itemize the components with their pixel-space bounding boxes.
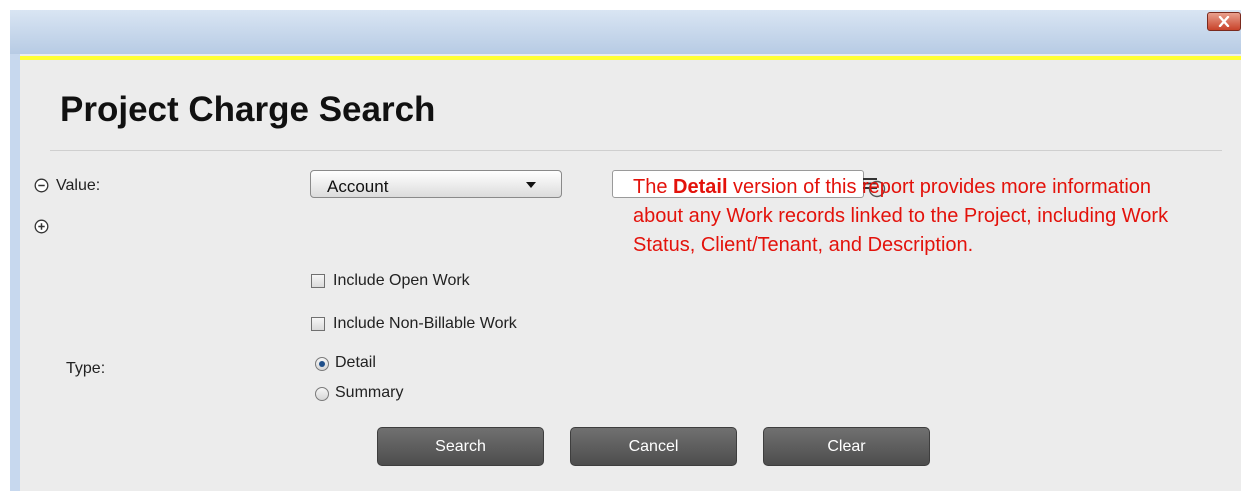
tooltip-prefix: The [633,176,674,198]
minus-circle-icon[interactable] [34,178,49,193]
type-label: Type: [66,360,106,377]
include-non-billable-checkbox[interactable] [311,317,325,331]
title-bar [10,10,1241,54]
tooltip-bold: Detail [673,176,728,198]
dialog-window: Project Charge Search Value: Account The… [10,10,1241,491]
plus-circle-icon[interactable] [34,219,49,234]
radio-summary[interactable] [315,387,329,401]
close-button[interactable] [1207,12,1241,31]
close-x-icon [1218,16,1230,27]
radio-detail-label[interactable]: Detail [335,354,376,372]
select-value: Account [327,177,389,196]
search-button[interactable]: Search [377,427,544,466]
radio-summary-label[interactable]: Summary [335,384,403,402]
clear-button[interactable]: Clear [763,427,930,466]
value-label: Value: [56,177,101,194]
page-title: Project Charge Search [60,90,436,129]
include-open-work-label[interactable]: Include Open Work [333,272,470,290]
search-panel: Project Charge Search Value: Account The… [20,60,1241,491]
radio-detail[interactable] [315,357,329,371]
value-field-select[interactable]: Account [310,170,562,198]
title-divider [50,150,1222,151]
detail-tooltip: The Detail version of this report provid… [633,173,1193,260]
chevron-down-icon [526,182,536,188]
include-open-work-checkbox[interactable] [311,274,325,288]
left-border [10,54,20,491]
include-non-billable-label[interactable]: Include Non-Billable Work [333,315,517,333]
cancel-button[interactable]: Cancel [570,427,737,466]
